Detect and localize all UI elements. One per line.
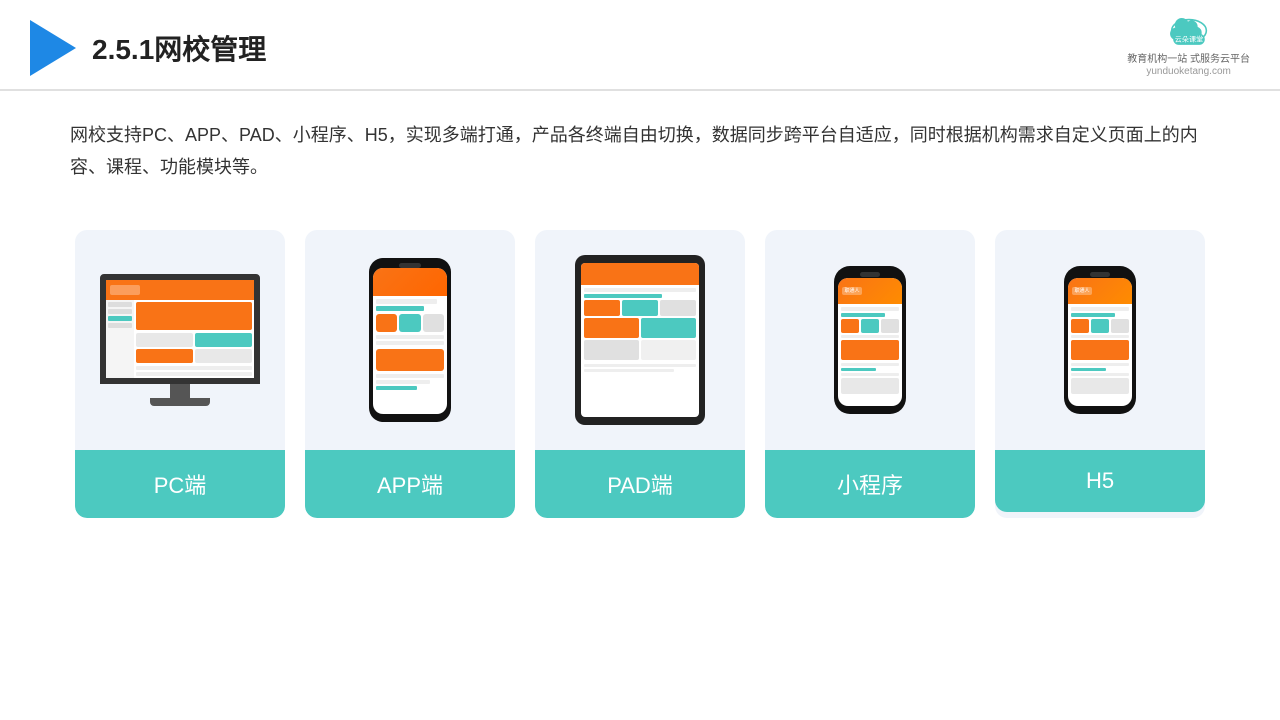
- pc-mockup: [100, 274, 260, 406]
- app-screen: [373, 268, 447, 414]
- card-h5: 职通人: [995, 230, 1205, 518]
- card-app: APP端: [305, 230, 515, 518]
- logo-triangle-icon: [30, 20, 76, 76]
- page-title: 2.5.1网校管理: [92, 28, 266, 68]
- card-pad: PAD端: [535, 230, 745, 518]
- brand-tagline: 教育机构一站 式服务云平台: [1127, 50, 1250, 65]
- card-h5-image: 职通人: [995, 230, 1205, 450]
- card-app-label: APP端: [305, 450, 515, 518]
- header: 2.5.1网校管理 云朵课堂 教育机构一站 式服务云平台 yunduoketan…: [0, 0, 1280, 91]
- h5-mockup: 职通人: [1064, 266, 1136, 414]
- miniprogram-mockup: 职通人: [834, 266, 906, 414]
- h5-notch: [1090, 272, 1110, 277]
- brand-logo: 云朵课堂: [1165, 18, 1213, 48]
- card-pc-image: [75, 230, 285, 450]
- card-pc: PC端: [75, 230, 285, 518]
- header-left: 2.5.1网校管理: [30, 20, 266, 76]
- app-mockup: [369, 258, 451, 422]
- miniprogram-screen: 职通人: [838, 278, 902, 406]
- card-pad-label: PAD端: [535, 450, 745, 518]
- app-notch: [399, 263, 421, 268]
- brand-url: yunduoketang.com: [1146, 66, 1231, 77]
- card-miniprogram-label: 小程序: [765, 450, 975, 518]
- tablet-mockup: [575, 255, 705, 425]
- card-miniprogram: 职通人: [765, 230, 975, 518]
- pc-screen: [100, 274, 260, 384]
- tablet-screen: [581, 263, 699, 417]
- cards-container: PC端: [0, 200, 1280, 548]
- miniprogram-notch: [860, 272, 880, 277]
- card-pad-image: [535, 230, 745, 450]
- card-app-image: [305, 230, 515, 450]
- svg-text:云朵课堂: 云朵课堂: [1174, 35, 1202, 44]
- description-text: 网校支持PC、APP、PAD、小程序、H5，实现多端打通，产品各终端自由切换，数…: [0, 91, 1280, 200]
- card-h5-label: H5: [995, 450, 1205, 512]
- brand-area: 云朵课堂 教育机构一站 式服务云平台 yunduoketang.com: [1127, 18, 1250, 77]
- cloud-icon: 云朵课堂: [1165, 18, 1213, 48]
- card-pc-label: PC端: [75, 450, 285, 518]
- h5-screen: 职通人: [1068, 278, 1132, 406]
- card-miniprogram-image: 职通人: [765, 230, 975, 450]
